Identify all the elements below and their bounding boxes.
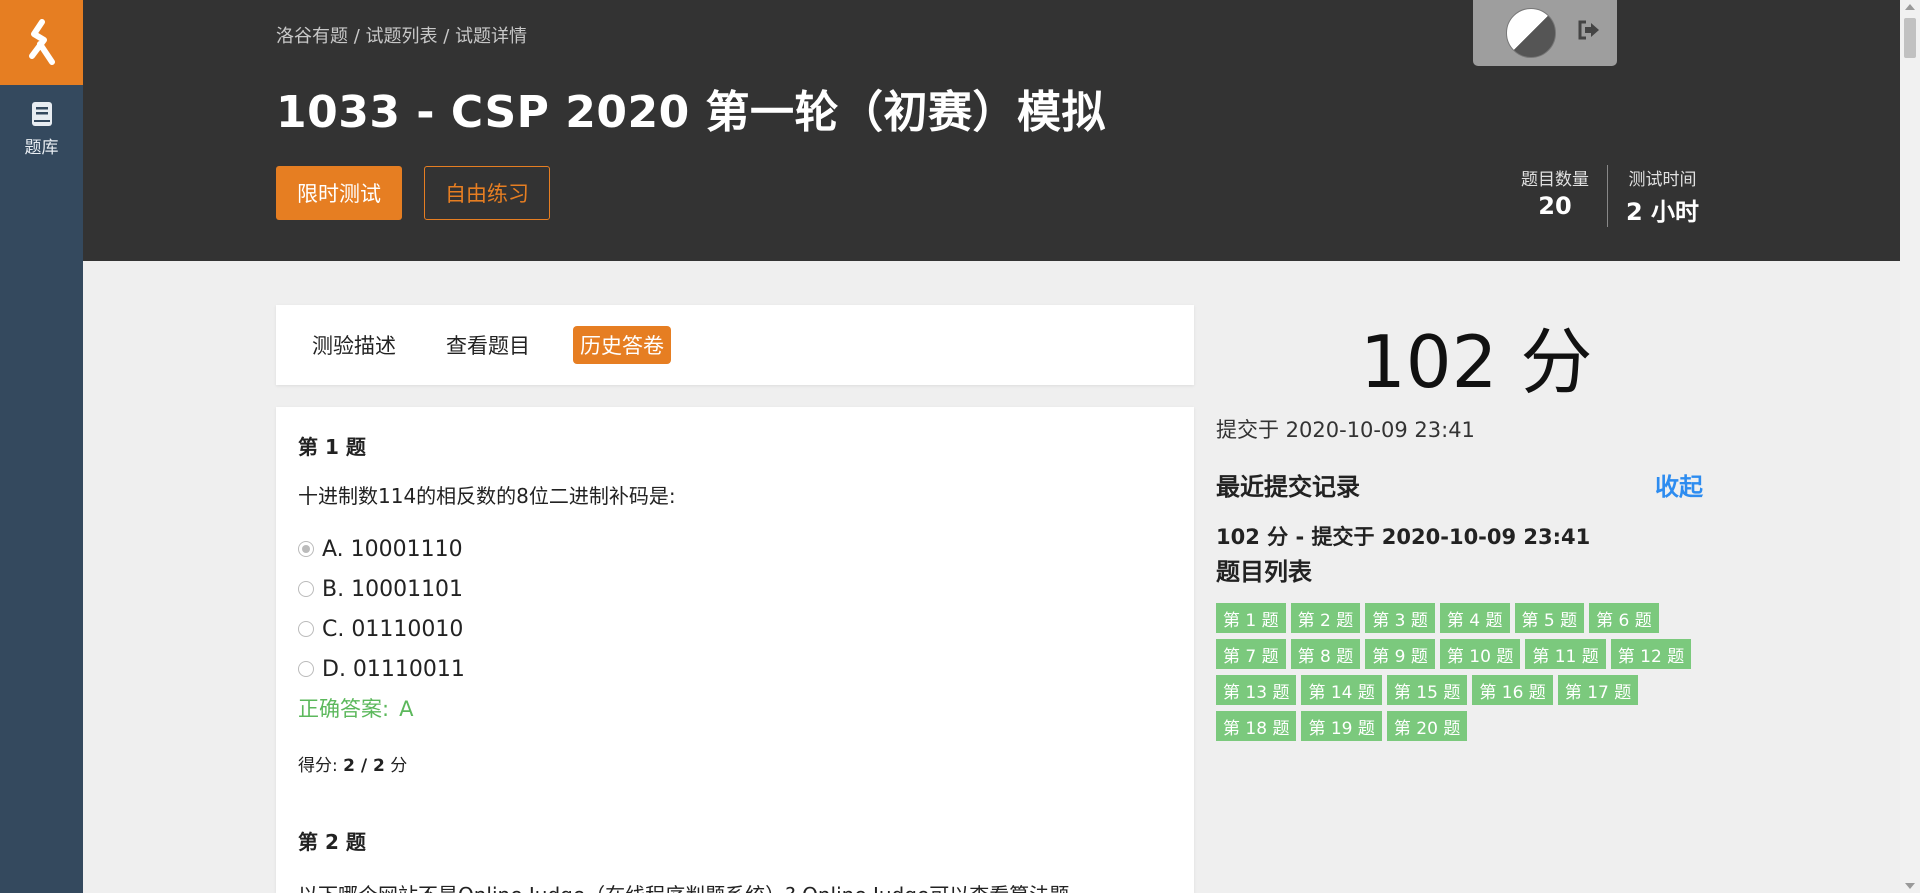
question-list: 第 1 题第 2 题第 3 题第 4 题第 5 题第 6 题第 7 题第 8 题… bbox=[1216, 603, 1716, 747]
collapse-link[interactable]: 收起 bbox=[1655, 467, 1703, 502]
correct-answer-label: 正确答案: bbox=[298, 697, 390, 721]
option-b[interactable]: B. 10001101 bbox=[298, 569, 1172, 609]
sidebar-item-label: 题库 bbox=[24, 138, 59, 158]
test-stats: 题目数量 20 测试时间 2 小时 bbox=[1503, 165, 1717, 227]
question-chip[interactable]: 第 9 题 bbox=[1365, 639, 1435, 669]
question-chip[interactable]: 第 3 题 bbox=[1365, 603, 1435, 633]
question-chip[interactable]: 第 16 题 bbox=[1472, 675, 1553, 705]
question-chip[interactable]: 第 8 题 bbox=[1290, 639, 1361, 669]
page-title: 1033 - CSP 2020 第一轮（初赛）模拟 bbox=[276, 87, 1107, 138]
tab-view-questions[interactable]: 查看题目 bbox=[439, 326, 537, 364]
user-menu bbox=[1473, 0, 1617, 66]
question-card: 第 1 题 十进制数114的相反数的8位二进制补码是: A. 10001110 … bbox=[276, 407, 1194, 893]
option-d[interactable]: D. 01110011 bbox=[298, 649, 1172, 689]
correct-answer-value: A bbox=[399, 697, 414, 721]
sidebar-item-problem-bank[interactable]: 题库 bbox=[0, 101, 83, 158]
question-chip[interactable]: 第 19 题 bbox=[1301, 711, 1382, 741]
score-prefix: 得分: bbox=[298, 756, 338, 776]
option-list: A. 10001110 B. 10001101 C. 01110010 D. 0… bbox=[298, 529, 1172, 689]
sidebar: 题库 bbox=[0, 0, 83, 893]
question-chip[interactable]: 第 5 题 bbox=[1514, 603, 1585, 633]
option-label: A. 10001110 bbox=[322, 536, 463, 562]
total-score: 102 分 bbox=[1360, 320, 1593, 404]
breadcrumb: 洛谷有题 / 试题列表 / 试题详情 bbox=[276, 26, 528, 47]
avatar[interactable] bbox=[1506, 8, 1556, 58]
question-chip[interactable]: 第 4 题 bbox=[1439, 603, 1510, 633]
stat-value: 2 小时 bbox=[1626, 198, 1700, 226]
breadcrumb-item: 试题详情 bbox=[455, 26, 528, 47]
question-chip[interactable]: 第 12 题 bbox=[1610, 639, 1692, 669]
question-chip[interactable]: 第 15 题 bbox=[1386, 675, 1468, 705]
option-a[interactable]: A. 10001110 bbox=[298, 529, 1172, 569]
option-label: C. 01110010 bbox=[322, 616, 464, 642]
stat-question-count: 题目数量 20 bbox=[1503, 165, 1607, 227]
radio-button[interactable] bbox=[298, 621, 314, 637]
tabs-bar: 测验描述 查看题目 历史答卷 bbox=[276, 305, 1194, 385]
question-heading: 第 2 题 bbox=[298, 830, 366, 854]
scroll-up-arrow-icon[interactable] bbox=[1905, 4, 1915, 10]
submitted-time: 提交于 2020-10-09 23:41 bbox=[1216, 418, 1475, 442]
book-icon bbox=[31, 102, 52, 126]
submission-record[interactable]: 102 分 - 提交于 2020-10-09 23:41 bbox=[1216, 521, 1590, 551]
question-heading: 第 1 题 bbox=[298, 435, 366, 459]
scroll-thumb[interactable] bbox=[1904, 18, 1916, 58]
option-label: B. 10001101 bbox=[322, 576, 464, 602]
header: 洛谷有题 / 试题列表 / 试题详情 1033 - CSP 2020 第一轮（初… bbox=[83, 0, 1900, 261]
question-chip[interactable]: 第 10 题 bbox=[1439, 639, 1521, 669]
option-label: D. 01110011 bbox=[322, 656, 465, 682]
question-chip[interactable]: 第 17 题 bbox=[1557, 675, 1639, 705]
question-text: 十进制数114的相反数的8位二进制补码是: bbox=[298, 484, 676, 508]
scroll-down-arrow-icon[interactable] bbox=[1905, 883, 1915, 889]
question-chip[interactable]: 第 6 题 bbox=[1589, 603, 1659, 633]
question-text: 以下哪个网站不是Online Judge（在线程序判题系统）? Online J… bbox=[298, 879, 1172, 893]
logout-icon[interactable] bbox=[1577, 19, 1601, 41]
question-chip[interactable]: 第 2 题 bbox=[1290, 603, 1361, 633]
question-chip[interactable]: 第 20 题 bbox=[1386, 711, 1468, 741]
breadcrumb-item[interactable]: 洛谷有题 bbox=[276, 26, 348, 47]
question-chip[interactable]: 第 7 题 bbox=[1216, 639, 1286, 669]
timed-test-button[interactable]: 限时测试 bbox=[276, 166, 402, 220]
tab-history[interactable]: 历史答卷 bbox=[573, 326, 671, 364]
radio-button[interactable] bbox=[298, 661, 314, 677]
option-c[interactable]: C. 01110010 bbox=[298, 609, 1172, 649]
logo-icon bbox=[28, 18, 55, 65]
stat-test-time: 测试时间 2 小时 bbox=[1607, 165, 1717, 227]
score-suffix: 分 bbox=[390, 756, 408, 776]
tab-description[interactable]: 测验描述 bbox=[305, 326, 403, 364]
question-chip[interactable]: 第 14 题 bbox=[1301, 675, 1382, 705]
score-value: 2 / 2 bbox=[343, 756, 385, 776]
question-chip[interactable]: 第 18 题 bbox=[1216, 711, 1297, 741]
recent-submissions-title: 最近提交记录 bbox=[1216, 473, 1360, 501]
question-chip[interactable]: 第 1 题 bbox=[1216, 603, 1286, 633]
question-score: 得分: 2 / 2 分 bbox=[298, 751, 1172, 776]
scrollbar[interactable] bbox=[1900, 0, 1920, 893]
question-chip[interactable]: 第 13 题 bbox=[1216, 675, 1297, 705]
stat-label: 题目数量 bbox=[1521, 170, 1589, 190]
radio-button[interactable] bbox=[298, 541, 314, 557]
question-list-title: 题目列表 bbox=[1216, 558, 1312, 586]
stat-value: 20 bbox=[1538, 192, 1572, 220]
correct-answer: 正确答案: A bbox=[298, 693, 1172, 723]
logo[interactable] bbox=[0, 0, 83, 85]
free-practice-button[interactable]: 自由练习 bbox=[424, 166, 550, 220]
stat-label: 测试时间 bbox=[1628, 170, 1697, 190]
breadcrumb-item[interactable]: 试题列表 bbox=[366, 26, 438, 47]
question-chip[interactable]: 第 11 题 bbox=[1525, 639, 1606, 669]
radio-button[interactable] bbox=[298, 581, 314, 597]
